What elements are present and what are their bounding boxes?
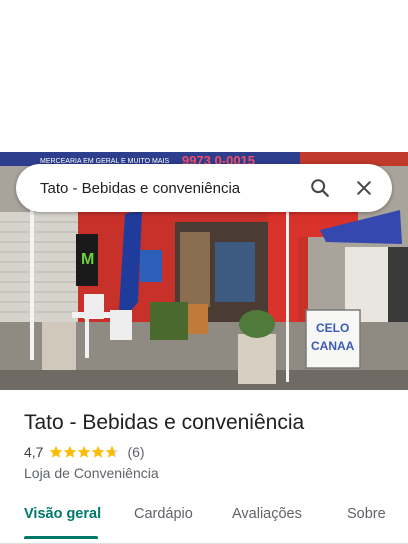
- search-button[interactable]: [298, 166, 342, 210]
- rating-stars: [49, 445, 121, 459]
- tab-reviews[interactable]: Avaliações: [232, 506, 302, 522]
- rating-row[interactable]: 4,7 (6): [24, 444, 145, 460]
- tab-overview[interactable]: Visão geral: [24, 506, 101, 522]
- search-bar[interactable]: Tato - Bebidas e conveniência: [16, 164, 392, 212]
- tab-menu[interactable]: Cardápio: [134, 506, 193, 522]
- sign-text-line1: CELO: [316, 321, 349, 335]
- place-category[interactable]: Loja de Conveniência: [24, 465, 159, 481]
- clear-search-button[interactable]: [342, 166, 386, 210]
- close-icon: [357, 181, 371, 195]
- active-tab-indicator: [24, 536, 98, 539]
- star-rating-icon: [50, 445, 119, 458]
- tab-about[interactable]: Sobre: [347, 506, 386, 522]
- svg-text:M: M: [81, 251, 94, 268]
- rating-value: 4,7: [24, 444, 44, 460]
- sign-text-line2: CANAA: [311, 339, 355, 353]
- place-title: Tato - Bebidas e conveniência: [24, 411, 305, 434]
- review-count[interactable]: (6): [127, 444, 144, 460]
- place-tabs: Visão geral Cardápio Avaliações Sobre: [0, 500, 408, 544]
- search-icon: [311, 179, 329, 197]
- search-input[interactable]: Tato - Bebidas e conveniência: [16, 180, 298, 197]
